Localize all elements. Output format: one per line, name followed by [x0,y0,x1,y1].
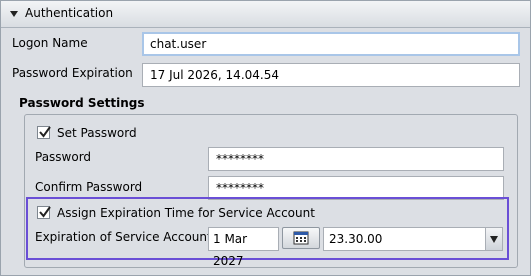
set-password-checkbox[interactable] [37,126,51,139]
expiration-time-value: 23.30.00 [329,232,383,246]
logon-name-label: Logon Name [12,36,88,50]
logon-name-input[interactable]: chat.user [142,32,520,56]
password-label: Password [35,150,92,164]
assign-expiration-label: Assign Expiration Time for Service Accou… [57,206,315,220]
password-expiration-label: Password Expiration [12,66,133,80]
dropdown-button[interactable] [485,228,502,250]
password-settings-title: Password Settings [19,96,145,110]
expiration-time-select[interactable]: 23.30.00 [323,227,503,251]
confirm-password-label: Confirm Password [35,180,143,194]
collapse-triangle-icon[interactable] [10,11,18,17]
set-password-label: Set Password [57,126,137,140]
calendar-button[interactable] [282,227,320,249]
checkmark-icon [39,126,51,138]
section-header[interactable]: Authentication [1,1,530,28]
password-input[interactable]: ******** [208,147,504,171]
calendar-icon [293,231,309,245]
assign-expiration-checkbox[interactable] [37,206,51,219]
expiration-date-input[interactable]: 1 Mar 2027 [208,227,279,268]
chevron-down-icon [490,236,498,243]
checkmark-icon [39,206,51,218]
section-title: Authentication [25,6,114,20]
password-expiration-field: 17 Jul 2026, 14.04.54 [142,63,520,87]
expiration-label: Expiration of Service Account [35,230,212,244]
